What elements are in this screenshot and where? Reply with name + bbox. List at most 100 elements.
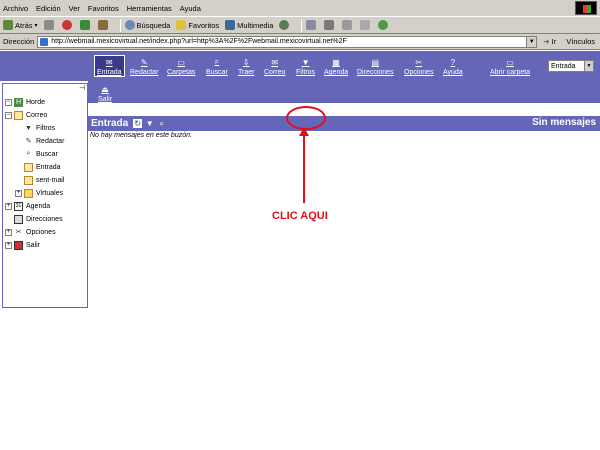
nav-correo[interactable]: ✉ Correo — [264, 57, 286, 77]
filter-icon[interactable]: ▼ — [145, 119, 154, 128]
nav-direcciones[interactable]: ▤ Direcciones — [357, 57, 394, 77]
tree-item-label: Redactar — [36, 137, 65, 145]
mail-icon — [306, 20, 317, 30]
tree-item-correo[interactable]: − Correo — [5, 109, 47, 121]
tree-item-redactar[interactable]: ✎ Redactar — [24, 135, 65, 147]
back-arrow-icon — [3, 20, 13, 30]
windows-logo-icon — [575, 1, 597, 15]
logout-icon — [14, 240, 23, 250]
tree-item-virtuales[interactable]: + Virtuales — [15, 187, 63, 199]
edit-button[interactable] — [342, 20, 354, 30]
expand-icon[interactable]: + — [5, 228, 12, 236]
menu-edicion[interactable]: Edición — [36, 4, 61, 13]
nav-buscar-label: Buscar — [206, 69, 228, 76]
calendar-icon: ▦ — [332, 57, 340, 67]
toolbar-separator — [301, 18, 303, 32]
annotation-arrow-icon — [299, 127, 309, 203]
refresh-button[interactable] — [79, 20, 92, 30]
url-input[interactable]: http://webmail.mexicovirtual.net/index.p… — [37, 35, 538, 48]
tree-item-label: Direcciones — [26, 215, 63, 223]
search-label: Búsqueda — [136, 20, 171, 30]
history-button[interactable] — [279, 20, 291, 30]
nav-traer[interactable]: ⇩ Traer — [238, 57, 254, 77]
collapse-icon[interactable]: − — [5, 111, 12, 119]
nav-opciones[interactable]: ✂ Opciones — [404, 57, 434, 77]
page-favicon-icon — [40, 37, 49, 46]
nav-carpetas[interactable]: ▭ Carpetas — [167, 57, 196, 77]
messenger-button[interactable] — [378, 20, 390, 30]
nav-agenda[interactable]: ▦ Agenda — [324, 57, 349, 77]
menu-ayuda[interactable]: Ayuda — [180, 4, 201, 13]
menu-archivo[interactable]: Archivo — [3, 4, 28, 13]
stop-button[interactable] — [61, 20, 74, 30]
addressbook-icon — [14, 214, 23, 224]
forward-button[interactable] — [43, 20, 56, 30]
tree-item-label: Salir — [26, 241, 41, 249]
horde-icon: H — [14, 97, 23, 107]
tree-item-horde[interactable]: − H Horde — [5, 96, 45, 108]
search-icon[interactable]: ⌕ — [157, 119, 166, 128]
tree-item-direcciones[interactable]: Direcciones — [14, 213, 63, 225]
nav-abrir-carpeta-label: Abrir carpeta — [490, 69, 531, 76]
nav-agenda-label: Agenda — [324, 69, 349, 76]
tree-item-label: Filtros — [36, 124, 56, 132]
fetch-icon: ⇩ — [242, 57, 250, 67]
favorites-button[interactable]: Favoritos — [176, 20, 219, 30]
search-icon: ⌕ — [26, 150, 31, 157]
nav-correo-label: Correo — [264, 69, 286, 76]
go-label: Ir — [551, 37, 557, 46]
calendar-icon: 31 — [14, 201, 23, 211]
help-icon: ? — [450, 57, 456, 67]
tree-item-opciones[interactable]: + ✂ Opciones — [5, 226, 56, 238]
tree-item-buscar[interactable]: ⌕ Buscar — [24, 148, 58, 160]
nav-salir[interactable]: ⏏ Salir — [98, 84, 112, 104]
forward-arrow-icon — [43, 20, 54, 30]
nav-redactar[interactable]: ✎ Redactar — [130, 57, 158, 77]
folder-icon — [24, 188, 33, 198]
discuss-button[interactable] — [360, 20, 372, 30]
tree-item-salir[interactable]: + Salir — [5, 239, 40, 251]
home-button[interactable] — [97, 20, 110, 30]
nav-buscar[interactable]: ⌕ Buscar — [206, 57, 228, 76]
messenger-icon — [378, 20, 389, 30]
menu-ver[interactable]: Ver — [69, 4, 80, 13]
back-label: Atrás — [15, 20, 33, 30]
pin-icon[interactable]: ⊣ — [78, 85, 86, 93]
mailbox-header: Entrada ↻ ▼ ⌕ Sin mensajes — [88, 116, 600, 131]
back-button[interactable]: Atrás ▾ — [3, 20, 38, 30]
go-button[interactable]: ➔ Ir — [543, 37, 556, 46]
mail-button[interactable] — [306, 20, 318, 30]
menu-herramientas[interactable]: Herramientas — [127, 4, 172, 13]
tree-item-label: Correo — [26, 111, 48, 119]
nav-abrir-carpeta[interactable]: ▭ Abrir carpeta — [490, 57, 531, 77]
refresh-icon[interactable]: ↻ — [133, 119, 143, 128]
search-icon: ⌕ — [214, 57, 220, 66]
toolbar-separator — [119, 18, 121, 32]
nav-ayuda[interactable]: ? Ayuda — [443, 57, 463, 77]
tree-item-entrada[interactable]: Entrada — [24, 161, 61, 173]
expand-icon[interactable]: + — [5, 241, 12, 249]
print-button[interactable] — [324, 20, 336, 30]
tree-item-sent-mail[interactable]: sent-mail — [24, 174, 64, 186]
tree-item-filtros[interactable]: ▼ Filtros — [24, 122, 55, 134]
nav-filtros[interactable]: ▼ Filtros — [296, 57, 316, 77]
chevron-down-icon[interactable]: ▼ — [526, 36, 537, 47]
favorites-label: Favoritos — [188, 20, 220, 30]
nav-filtros-label: Filtros — [296, 69, 316, 76]
expand-icon[interactable]: + — [5, 202, 12, 210]
nav-carpetas-label: Carpetas — [167, 69, 196, 76]
tree-item-label: Horde — [26, 98, 46, 106]
nav-entrada[interactable]: ✉ Entrada — [94, 55, 125, 77]
expand-icon[interactable]: + — [15, 189, 22, 197]
print-icon — [324, 20, 335, 30]
search-button[interactable]: Búsqueda — [124, 20, 171, 30]
collapse-icon[interactable]: − — [5, 98, 12, 106]
menu-favoritos[interactable]: Favoritos — [88, 4, 119, 13]
folder-select[interactable]: Entrada ▼ — [548, 60, 594, 72]
tree-item-agenda[interactable]: + 31 Agenda — [5, 200, 50, 212]
logout-icon: ⏏ — [101, 84, 109, 94]
compose-icon: ✎ — [140, 57, 148, 67]
links-button[interactable]: Vínculos — [566, 37, 595, 46]
multimedia-button[interactable]: Multimedia — [225, 20, 273, 30]
stop-icon — [61, 20, 72, 30]
